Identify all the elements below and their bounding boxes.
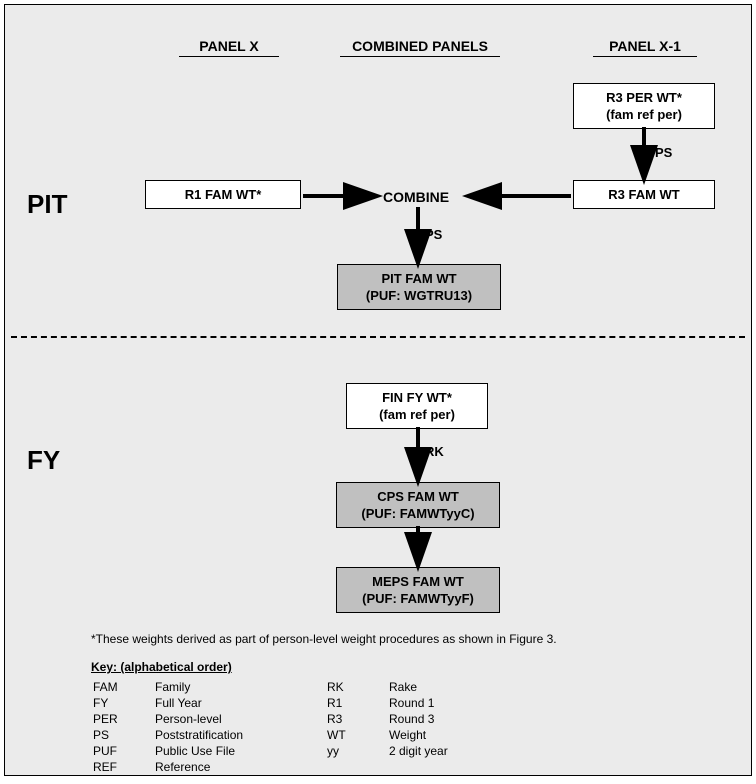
- key-row: FAMFamily: [93, 680, 261, 694]
- key-row: RKRake: [327, 680, 466, 694]
- key-col-2: RKRakeR1Round 1R3Round 3WTWeightyy2 digi…: [325, 678, 468, 760]
- key-row: PSPoststratification: [93, 728, 261, 742]
- key-defn: Round 3: [389, 712, 466, 726]
- key-abbr: FAM: [93, 680, 153, 694]
- key-header: Key: (alphabetical order): [91, 660, 232, 674]
- key-abbr: PER: [93, 712, 153, 726]
- diagram-frame: PANEL X COMBINED PANELS PANEL X-1 PIT R3…: [4, 4, 752, 776]
- key-defn: Public Use File: [155, 744, 261, 758]
- key-row: REFReference: [93, 760, 261, 774]
- key-abbr: PS: [93, 728, 153, 742]
- key-defn: Poststratification: [155, 728, 261, 742]
- key-defn: Rake: [389, 680, 466, 694]
- key-defn: Person-level: [155, 712, 261, 726]
- key-abbr: yy: [327, 744, 387, 758]
- key-defn: Weight: [389, 728, 466, 742]
- key-abbr: RK: [327, 680, 387, 694]
- key-defn: Full Year: [155, 696, 261, 710]
- key-defn: 2 digit year: [389, 744, 466, 758]
- footnote: *These weights derived as part of person…: [91, 632, 557, 646]
- key-defn: Reference: [155, 760, 261, 774]
- key-row: PUFPublic Use File: [93, 744, 261, 758]
- key-abbr: R1: [327, 696, 387, 710]
- key-row: PERPerson-level: [93, 712, 261, 726]
- key-abbr: WT: [327, 728, 387, 742]
- key-row: WTWeight: [327, 728, 466, 742]
- key-abbr: REF: [93, 760, 153, 774]
- key-col-1: FAMFamilyFYFull YearPERPerson-levelPSPos…: [91, 678, 263, 776]
- key-abbr: FY: [93, 696, 153, 710]
- key-row: R3Round 3: [327, 712, 466, 726]
- key-defn: Round 1: [389, 696, 466, 710]
- key-abbr: PUF: [93, 744, 153, 758]
- key-row: yy2 digit year: [327, 744, 466, 758]
- key-row: R1Round 1: [327, 696, 466, 710]
- key-row: FYFull Year: [93, 696, 261, 710]
- key-defn: Family: [155, 680, 261, 694]
- key-abbr: R3: [327, 712, 387, 726]
